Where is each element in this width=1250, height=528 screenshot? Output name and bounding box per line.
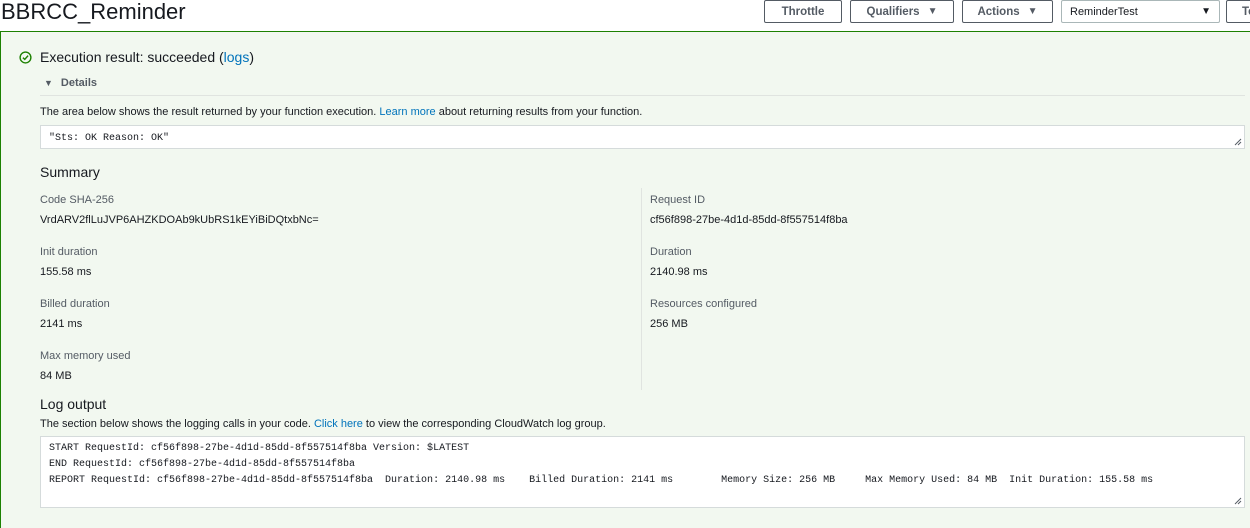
billed-duration-label: Billed duration bbox=[40, 298, 110, 310]
log-description-post: to view the corresponding CloudWatch log… bbox=[365, 418, 606, 430]
max-memory-label: Max memory used bbox=[40, 350, 131, 362]
log-output-box[interactable]: START RequestId: cf56f898-27be-4d1d-85dd… bbox=[40, 436, 1245, 508]
summary-heading: Summary bbox=[40, 164, 100, 180]
test-event-select-value: ReminderTest bbox=[1070, 5, 1138, 18]
actions-button-label: Actions bbox=[977, 5, 1020, 18]
summary-column-divider bbox=[641, 188, 642, 390]
result-description-pre: The area below shows the result returned… bbox=[40, 106, 377, 118]
billed-duration-value: 2141 ms bbox=[40, 318, 83, 330]
log-line: END RequestId: cf56f898-27be-4d1d-85dd-8… bbox=[49, 459, 356, 470]
request-id-label: Request ID bbox=[650, 194, 706, 206]
init-duration-label: Init duration bbox=[40, 246, 98, 258]
learn-more-link[interactable]: Learn more bbox=[379, 106, 435, 118]
throttle-button[interactable]: Throttle bbox=[764, 0, 842, 23]
details-divider bbox=[40, 95, 1245, 96]
request-id-value: cf56f898-27be-4d1d-85dd-8f557514f8ba bbox=[650, 214, 848, 226]
duration-label: Duration bbox=[650, 246, 692, 258]
details-label: Details bbox=[60, 77, 97, 89]
resize-handle-icon[interactable] bbox=[1234, 138, 1242, 146]
log-line: START RequestId: cf56f898-27be-4d1d-85dd… bbox=[49, 443, 470, 454]
code-sha-label: Code SHA-256 bbox=[40, 194, 114, 206]
log-line: REPORT RequestId: cf56f898-27be-4d1d-85d… bbox=[49, 475, 1154, 486]
execution-result-header: Execution result: succeeded (logs) bbox=[19, 49, 254, 65]
test-event-select[interactable]: ReminderTest ▼ bbox=[1061, 0, 1220, 23]
duration-value: 2140.98 ms bbox=[650, 266, 708, 278]
result-description-post: about returning results from your functi… bbox=[438, 106, 643, 118]
caret-down-icon: ▼ bbox=[1027, 6, 1038, 17]
execution-result-text: Execution result: succeeded (logs) bbox=[40, 49, 254, 65]
test-button-label: Te bbox=[1242, 5, 1250, 18]
qualifiers-button-label: Qualifiers bbox=[866, 5, 920, 18]
caret-down-icon: ▼ bbox=[1201, 6, 1211, 17]
test-button[interactable]: Te bbox=[1226, 0, 1250, 23]
triangle-down-icon: ▼ bbox=[44, 78, 53, 88]
log-output-heading: Log output bbox=[40, 396, 107, 412]
details-toggle[interactable]: ▼ Details bbox=[44, 77, 97, 89]
resources-configured-label: Resources configured bbox=[650, 298, 758, 310]
log-description-pre: The section below shows the logging call… bbox=[40, 418, 311, 430]
execution-status-suffix: ) bbox=[249, 49, 255, 65]
qualifiers-button[interactable]: Qualifiers ▼ bbox=[850, 0, 954, 23]
check-circle-icon bbox=[19, 50, 32, 64]
resize-handle-icon[interactable] bbox=[1234, 497, 1242, 505]
throttle-button-label: Throttle bbox=[781, 5, 825, 18]
result-output-box[interactable]: "Sts: OK Reason: OK" bbox=[40, 125, 1245, 149]
logs-link[interactable]: logs bbox=[224, 49, 250, 65]
result-description: The area below shows the result returned… bbox=[40, 106, 642, 118]
execution-status: Execution result: succeeded ( bbox=[40, 49, 224, 65]
resources-configured-value: 256 MB bbox=[650, 318, 688, 330]
max-memory-value: 84 MB bbox=[40, 370, 72, 382]
execution-result-panel: Execution result: succeeded (logs) ▼ Det… bbox=[0, 31, 1250, 528]
caret-down-icon: ▼ bbox=[927, 6, 938, 17]
init-duration-value: 155.58 ms bbox=[40, 266, 92, 278]
code-sha-value: VrdARV2flLuJVP6AHZKDOAb9kUbRS1kEYiBiDQtx… bbox=[40, 214, 319, 226]
click-here-link[interactable]: Click here bbox=[314, 418, 363, 430]
function-name-title: BBRCC_Reminder bbox=[1, 0, 186, 24]
result-output: "Sts: OK Reason: OK" bbox=[49, 133, 170, 144]
log-output-description: The section below shows the logging call… bbox=[40, 418, 606, 430]
actions-button[interactable]: Actions ▼ bbox=[962, 0, 1053, 23]
